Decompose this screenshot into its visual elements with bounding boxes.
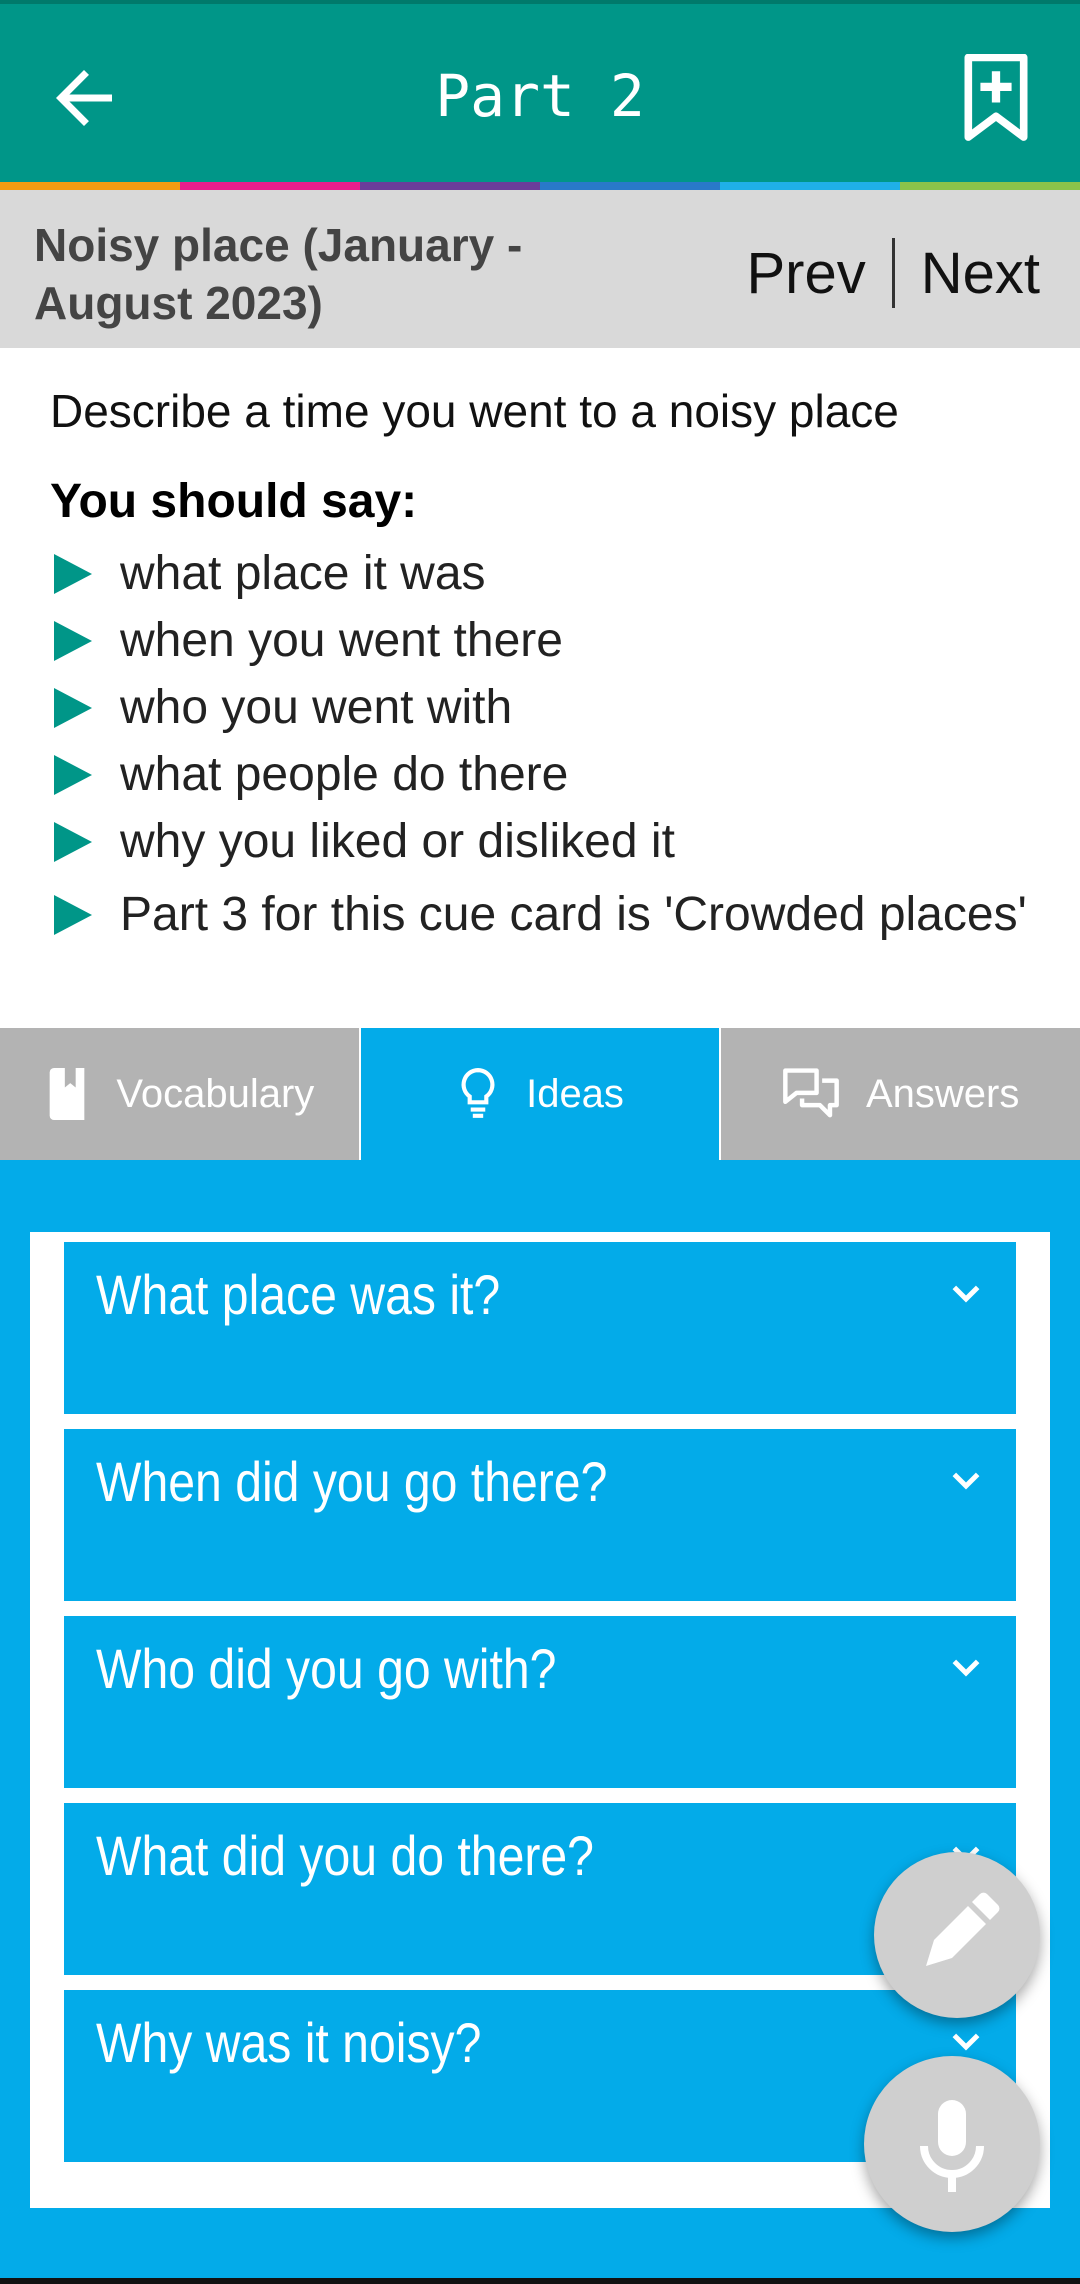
stripe-segment — [180, 182, 360, 190]
cue-point: why you liked or disliked it — [50, 808, 1030, 875]
topic-header: Noisy place (January - August 2023) Prev… — [0, 190, 1080, 348]
tab-label: Ideas — [526, 1071, 624, 1116]
accordion-item[interactable]: What place was it? — [64, 1242, 1016, 1414]
accordion-question: Who did you go with? — [96, 1637, 557, 1700]
cue-points-list: what place it was when you went there wh… — [50, 540, 1030, 948]
stripe-segment — [360, 182, 540, 190]
play-arrow-icon — [54, 821, 92, 862]
page-title: Part 2 — [435, 62, 645, 130]
accordion-question: When did you go there? — [96, 1450, 608, 1513]
tab-label: Vocabulary — [116, 1071, 315, 1116]
accordion-item[interactable]: Who did you go with? — [64, 1616, 1016, 1788]
cue-card: Describe a time you went to a noisy plac… — [0, 348, 1080, 1028]
microphone-fab[interactable] — [864, 2056, 1040, 2232]
pencil-icon — [926, 1892, 1000, 1966]
nav-divider — [891, 238, 895, 308]
stripe-segment — [540, 182, 720, 190]
you-should-say-heading: You should say: — [50, 475, 418, 528]
cue-point: what people do there — [50, 741, 1030, 808]
lightbulb-icon — [461, 1068, 495, 1118]
tab-vocabulary[interactable]: Vocabulary — [0, 1028, 359, 1160]
app-bar: Part 2 — [0, 0, 1080, 182]
bookmark-add-icon[interactable] — [954, 54, 1038, 144]
tab-answers[interactable]: Answers — [721, 1028, 1080, 1160]
topic-navigation: Prev Next — [746, 238, 1040, 308]
cue-point: Part 3 for this cue card is 'Crowded pla… — [50, 881, 1030, 948]
edit-fab[interactable] — [874, 1852, 1040, 2018]
chat-bubbles-icon — [783, 1068, 839, 1118]
accordion-question: Why was it noisy? — [96, 2011, 482, 2074]
next-button[interactable]: Next — [921, 240, 1040, 307]
microphone-icon — [920, 2100, 984, 2192]
book-icon — [50, 1068, 85, 1120]
system-nav-bar — [0, 2278, 1080, 2284]
stripe-segment — [720, 182, 900, 190]
tab-label: Answers — [865, 1071, 1020, 1116]
tab-bar: Vocabulary Ideas Answers — [0, 1028, 1080, 1160]
color-stripe — [0, 182, 1080, 190]
tab-ideas[interactable]: Ideas — [358, 1028, 722, 1160]
accordion-question: What did you do there? — [96, 1824, 594, 1887]
play-arrow-icon — [54, 894, 92, 935]
play-arrow-icon — [54, 687, 92, 728]
topic-title: Noisy place (January - August 2023) — [34, 219, 523, 329]
accordion-item[interactable]: When did you go there? — [64, 1429, 1016, 1601]
cue-point: what place it was — [50, 540, 1030, 607]
cue-point: who you went with — [50, 674, 1030, 741]
play-arrow-icon — [54, 553, 92, 594]
chevron-down-icon — [952, 1659, 980, 1677]
cue-description: Describe a time you went to a noisy plac… — [50, 385, 899, 437]
stripe-segment — [900, 182, 1080, 190]
cue-point: when you went there — [50, 607, 1030, 674]
chevron-down-icon — [952, 1285, 980, 1303]
play-arrow-icon — [54, 754, 92, 795]
stripe-segment — [0, 182, 180, 190]
prev-button[interactable]: Prev — [746, 240, 865, 307]
play-arrow-icon — [54, 620, 92, 661]
chevron-down-icon — [952, 1472, 980, 1490]
accordion-question: What place was it? — [96, 1263, 501, 1326]
